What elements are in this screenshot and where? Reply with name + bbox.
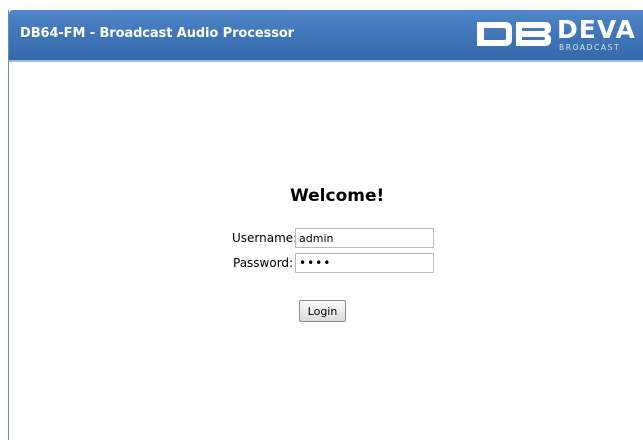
app-title: DB64-FM - Broadcast Audio Processor [20, 26, 294, 41]
welcome-heading: Welcome! [290, 186, 385, 206]
password-input[interactable] [295, 253, 434, 273]
app-window: DB64-FM - Broadcast Audio Processor DEVA… [8, 10, 643, 440]
deva-logo: DEVA BROADCAST [475, 16, 643, 52]
username-label: Username: [232, 231, 298, 245]
username-input[interactable] [295, 228, 434, 248]
logo-subtext: BROADCAST [559, 43, 621, 52]
db-logo-icon [477, 22, 551, 46]
header-divider [9, 60, 643, 62]
logo-text: DEVA [557, 15, 636, 44]
login-button[interactable]: Login [299, 300, 346, 322]
header-bar: DB64-FM - Broadcast Audio Processor DEVA… [9, 10, 643, 60]
password-label: Password: [233, 256, 294, 270]
